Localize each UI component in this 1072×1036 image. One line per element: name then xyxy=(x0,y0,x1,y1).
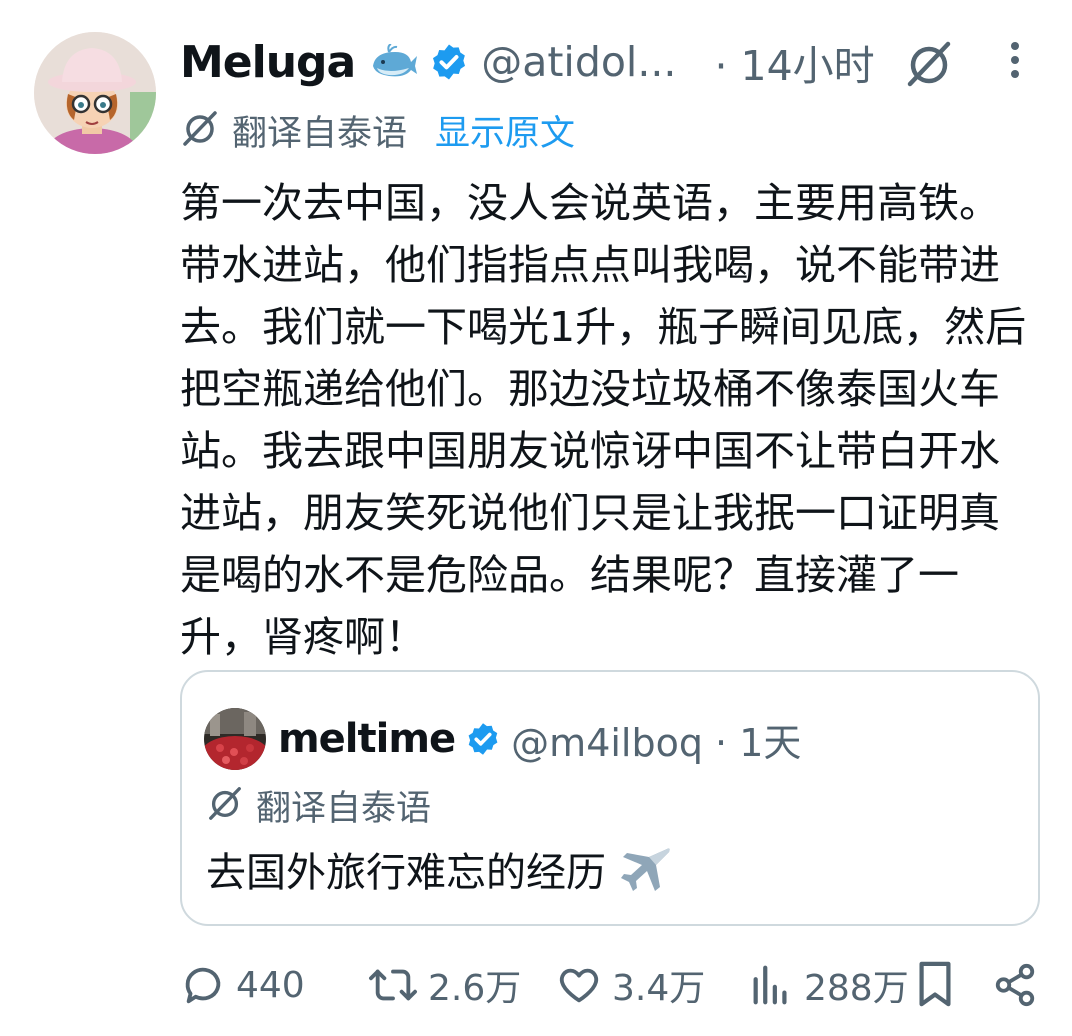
share-button[interactable] xyxy=(992,958,1048,1012)
quote-text-row: 去国外旅行难忘的经历 xyxy=(206,840,672,898)
author-avatar[interactable] xyxy=(34,32,156,154)
author-name[interactable]: Meluga xyxy=(180,37,356,88)
post-text: 第一次去中国，没人会说英语，主要用高铁。带水进站，他们指指点点叫我喝，说不能带进… xyxy=(180,179,1027,661)
translation-notice: 翻译自泰语 显示原文 xyxy=(180,104,575,156)
translate-label: 翻译自泰语 xyxy=(232,113,408,154)
share-icon xyxy=(995,963,1035,1007)
reply-button[interactable]: 440 xyxy=(180,958,305,1012)
whale-emoji-icon xyxy=(369,44,419,80)
like-button[interactable]: 3.4万 xyxy=(556,958,705,1012)
show-original-link[interactable]: 显示原文 xyxy=(435,105,575,156)
verified-badge-icon[interactable] xyxy=(429,42,469,82)
quote-author-avatar[interactable] xyxy=(204,708,266,770)
grok-icon[interactable] xyxy=(904,38,956,94)
repost-icon xyxy=(369,969,417,1001)
post-time[interactable]: · 14小时 xyxy=(714,32,874,92)
airplane-emoji-icon xyxy=(620,845,672,893)
repost-count: 2.6万 xyxy=(428,968,522,1009)
translate-icon xyxy=(180,108,220,152)
reply-count: 440 xyxy=(236,964,305,1006)
action-bar: 440 2.6万 3.4万 288万 xyxy=(180,958,1040,1012)
reply-icon xyxy=(185,967,221,1004)
like-icon xyxy=(559,968,599,1003)
quote-text: 去国外旅行难忘的经历 xyxy=(206,850,606,896)
views-icon xyxy=(753,965,787,1005)
repost-button[interactable]: 2.6万 xyxy=(368,958,521,1012)
quote-translate-label: 翻译自泰语 xyxy=(256,788,432,829)
bookmark-button[interactable] xyxy=(912,958,968,1012)
views-button[interactable]: 288万 xyxy=(748,958,909,1012)
like-count: 3.4万 xyxy=(612,968,706,1009)
quote-translation-notice: 翻译自泰语 xyxy=(206,780,431,830)
verified-badge-icon[interactable] xyxy=(465,721,501,757)
author-handle[interactable]: @atidol... xyxy=(481,38,676,86)
more-icon[interactable] xyxy=(1000,40,1030,88)
quote-header: meltime @m4ilboq · 1天 xyxy=(278,710,801,768)
quote-author-name[interactable]: meltime xyxy=(278,716,456,762)
views-count: 288万 xyxy=(804,968,909,1009)
translate-icon xyxy=(206,784,244,826)
quoted-post[interactable]: meltime @m4ilboq · 1天 翻译自泰语 去国外旅行难忘的经历 xyxy=(180,670,1040,926)
quote-author-handle[interactable]: @m4ilboq · 1天 xyxy=(511,712,801,767)
bookmark-icon xyxy=(919,961,951,1007)
